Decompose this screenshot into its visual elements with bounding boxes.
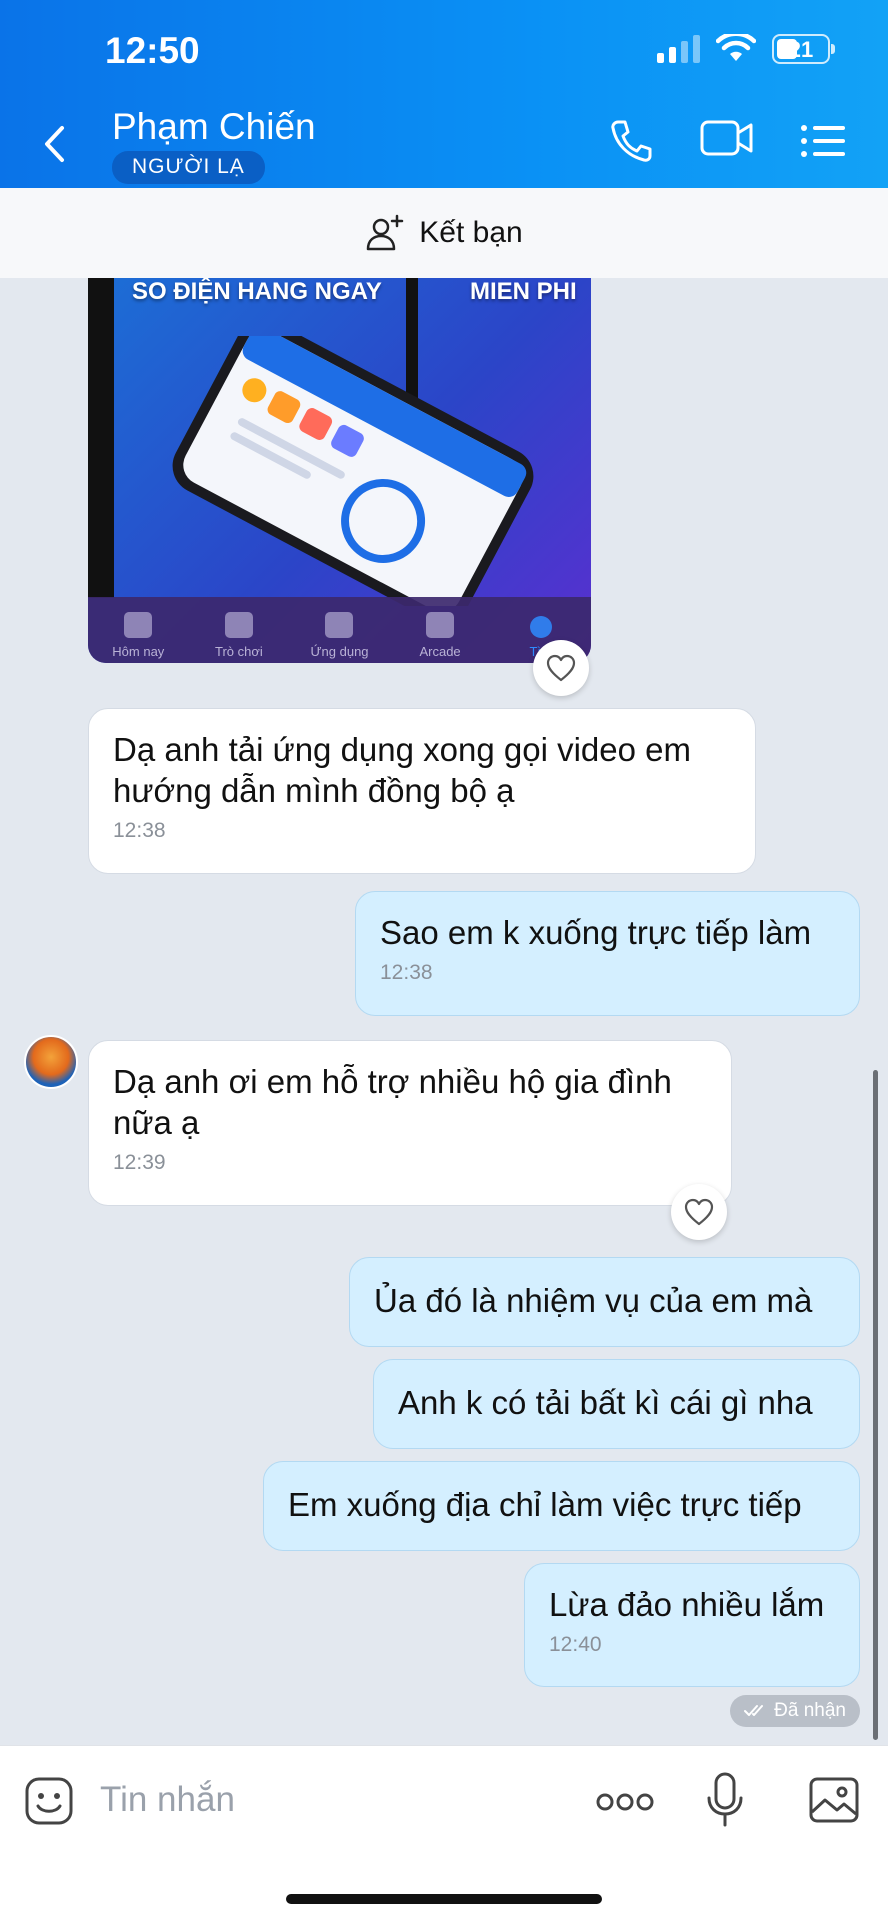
video-call-icon[interactable]	[700, 118, 754, 158]
home-indicator	[286, 1894, 602, 1904]
message-list[interactable]: SO ĐIỆN HANG NGAY MIEN PHI Hôm nay Trò c…	[0, 278, 888, 1745]
outgoing-message[interactable]: Anh k có tải bất kì cái gì nha	[373, 1359, 860, 1449]
add-friend-button[interactable]: Kết bạn	[0, 188, 888, 278]
sender-avatar[interactable]	[24, 1035, 78, 1089]
outgoing-message[interactable]: Lừa đảo nhiều lắm 12:40	[524, 1563, 860, 1687]
message-input[interactable]: Tin nhắn	[100, 1780, 235, 1820]
react-heart-button[interactable]	[671, 1184, 727, 1240]
add-friend-label: Kết bạn	[419, 216, 523, 249]
menu-list-icon[interactable]	[800, 124, 846, 158]
stranger-badge: NGƯỜI LẠ	[112, 151, 265, 184]
tab-games: Trò chơi	[194, 612, 284, 659]
outgoing-message[interactable]: Sao em k xuống trực tiếp làm 12:38	[355, 891, 860, 1016]
tab-today: Hôm nay	[93, 612, 183, 659]
cellular-signal-icon	[657, 35, 700, 63]
back-arrow-icon[interactable]	[42, 124, 66, 164]
message-composer: Tin nhắn	[0, 1745, 888, 1921]
message-text: Dạ anh ơi em hỗ trợ nhiều hộ gia đình nữ…	[113, 1063, 672, 1141]
battery-icon: 21	[772, 34, 835, 64]
message-text: Lừa đảo nhiều lắm	[549, 1586, 825, 1623]
chat-header: 12:50 21 Phạm Chiến NGƯỜI LẠ	[0, 0, 888, 188]
message-text: Ủa đó là nhiệm vụ của em mà	[374, 1282, 813, 1319]
battery-level: 21	[788, 37, 814, 62]
image-message[interactable]: SO ĐIỆN HANG NGAY MIEN PHI Hôm nay Trò c…	[88, 278, 591, 663]
message-text: Anh k có tải bất kì cái gì nha	[398, 1384, 813, 1421]
message-time: 12:40	[549, 1633, 602, 1656]
delivery-status-badge: Đã nhận	[730, 1695, 860, 1727]
image-banner-right: MIEN PHI	[470, 278, 577, 305]
double-check-icon	[744, 1705, 764, 1716]
status-icons: 21	[657, 34, 835, 64]
microphone-icon[interactable]	[706, 1772, 744, 1828]
heart-icon	[546, 654, 576, 682]
message-text: Em xuống địa chỉ làm việc trực tiếp	[288, 1486, 802, 1523]
outgoing-message[interactable]: Em xuống địa chỉ làm việc trực tiếp	[263, 1461, 860, 1551]
message-time: 12:38	[380, 961, 433, 984]
wifi-icon	[716, 34, 756, 61]
scrollbar[interactable]	[873, 1070, 878, 1740]
tab-apps: Ứng dụng	[294, 612, 384, 659]
add-user-icon	[367, 214, 404, 251]
heart-icon	[684, 1198, 714, 1226]
outgoing-message[interactable]: Ủa đó là nhiệm vụ của em mà	[349, 1257, 860, 1347]
message-text: Dạ anh tải ứng dụng xong gọi video em hư…	[113, 731, 691, 809]
phone-call-icon[interactable]	[608, 118, 654, 164]
message-text: Sao em k xuống trực tiếp làm	[380, 914, 812, 951]
incoming-message[interactable]: Dạ anh tải ứng dụng xong gọi video em hư…	[88, 708, 756, 874]
status-time: 12:50	[105, 30, 200, 71]
app-store-tab-bar: Hôm nay Trò chơi Ứng dụng Arcade Tìm	[88, 597, 591, 663]
tab-arcade: Arcade	[395, 612, 485, 659]
image-gallery-icon[interactable]	[808, 1776, 860, 1824]
delivery-status-label: Đã nhận	[774, 1700, 846, 1721]
contact-name[interactable]: Phạm Chiến	[112, 106, 316, 148]
message-time: 12:39	[113, 1151, 166, 1174]
message-time: 12:38	[113, 819, 166, 842]
sticker-emoji-icon[interactable]	[24, 1776, 74, 1826]
image-banner-left: SO ĐIỆN HANG NGAY	[132, 278, 382, 305]
more-options-icon[interactable]	[596, 1792, 654, 1812]
phone-illustration	[172, 336, 534, 606]
react-heart-button[interactable]	[533, 640, 589, 696]
incoming-message[interactable]: Dạ anh ơi em hỗ trợ nhiều hộ gia đình nữ…	[88, 1040, 732, 1206]
